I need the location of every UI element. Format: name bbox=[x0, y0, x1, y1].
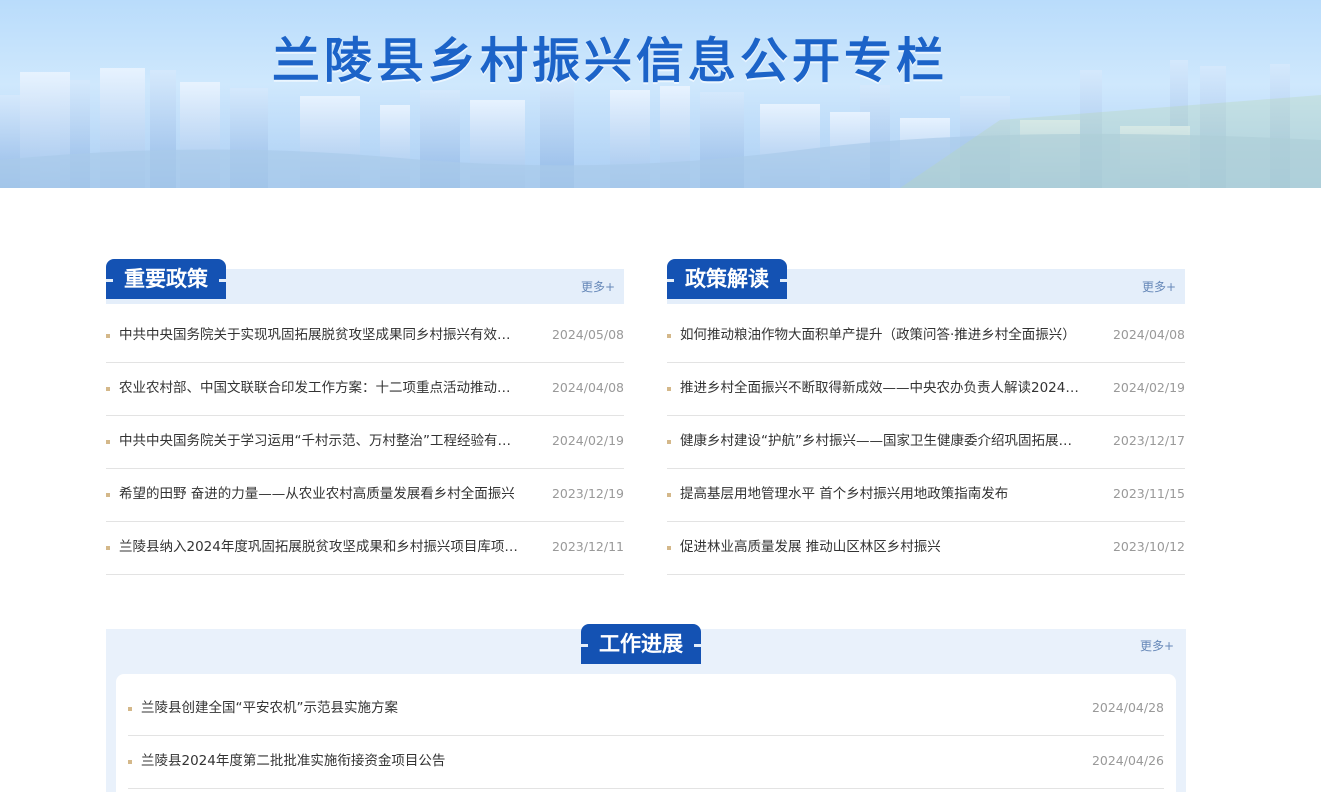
list-item-title[interactable]: 健康乡村建设“护航”乡村振兴——国家卫生健康委介绍巩固拓展… bbox=[680, 431, 1105, 451]
list-item[interactable]: 农业农村部、中国文联联合印发工作方案：十二项重点活动推动… 2024/04/08 bbox=[106, 363, 624, 416]
work-more-link[interactable]: 更多+ bbox=[1140, 638, 1174, 654]
list-item-date: 2024/05/08 bbox=[551, 327, 624, 342]
banner-title: 兰陵县乡村振兴信息公开专栏 bbox=[272, 33, 949, 89]
interpretation-list: 如何推动粮油作物大面积单产提升（政策问答·推进乡村全面振兴） 2024/04/0… bbox=[667, 310, 1185, 575]
policies-panel: 更多+ 重要政策 中共中央国务院关于实现巩固拓展脱贫攻坚成果同乡村振兴有效… 2… bbox=[106, 259, 624, 576]
list-item-title[interactable]: 推进乡村全面振兴不断取得新成效——中央农办负责人解读2024… bbox=[680, 378, 1105, 398]
bullet-icon bbox=[106, 493, 110, 497]
list-item-title[interactable]: 中共中央国务院关于实现巩固拓展脱贫攻坚成果同乡村振兴有效… bbox=[119, 325, 544, 345]
list-item-title[interactable]: 农业农村部、中国文联联合印发工作方案：十二项重点活动推动… bbox=[119, 378, 544, 398]
list-item[interactable]: 健康乡村建设“护航”乡村振兴——国家卫生健康委介绍巩固拓展… 2023/12/1… bbox=[667, 416, 1185, 469]
work-progress-card: 兰陵县创建全国“平安农机”示范县实施方案 2024/04/28 兰陵县2024年… bbox=[116, 674, 1176, 804]
work-progress-tab[interactable]: 工作进展 bbox=[581, 624, 701, 664]
list-item[interactable]: 促进林业高质量发展 推动山区林区乡村振兴 2023/10/12 bbox=[667, 522, 1185, 575]
bullet-icon bbox=[106, 334, 110, 338]
bullet-icon bbox=[667, 387, 671, 391]
list-item[interactable]: 兰陵县纳入2024年度巩固拓展脱贫攻坚成果和乡村振兴项目库项… 2023/12/… bbox=[106, 522, 624, 575]
bullet-icon bbox=[106, 546, 110, 550]
bullet-icon bbox=[667, 334, 671, 338]
header-banner: 兰陵县乡村振兴信息公开专栏 bbox=[0, 0, 1321, 188]
bullet-icon bbox=[128, 707, 132, 711]
list-item-title[interactable]: 兰陵县创建全国“平安农机”示范县实施方案 bbox=[141, 698, 1041, 718]
policies-tab[interactable]: 重要政策 bbox=[106, 259, 226, 299]
interpretation-panel: 更多+ 政策解读 如何推动粮油作物大面积单产提升（政策问答·推进乡村全面振兴） … bbox=[667, 259, 1185, 576]
bullet-icon bbox=[106, 387, 110, 391]
list-item-title[interactable]: 希望的田野 奋进的力量——从农业农村高质量发展看乡村全面振兴 bbox=[119, 484, 544, 504]
list-item[interactable]: 兰陵县2024年度第二批批准实施衔接资金项目公告 2024/04/26 bbox=[128, 736, 1164, 789]
work-progress-list: 兰陵县创建全国“平安农机”示范县实施方案 2024/04/28 兰陵县2024年… bbox=[128, 683, 1164, 789]
list-item-title[interactable]: 兰陵县2024年度第二批批准实施衔接资金项目公告 bbox=[141, 751, 1041, 771]
list-item[interactable]: 提高基层用地管理水平 首个乡村振兴用地政策指南发布 2023/11/15 bbox=[667, 469, 1185, 522]
list-item-title[interactable]: 促进林业高质量发展 推动山区林区乡村振兴 bbox=[680, 537, 1105, 557]
list-item-date: 2024/04/08 bbox=[551, 380, 624, 395]
list-item-date: 2023/11/15 bbox=[1112, 486, 1185, 501]
bullet-icon bbox=[106, 440, 110, 444]
list-item-date: 2024/04/28 bbox=[1091, 700, 1164, 715]
list-item-date: 2023/12/17 bbox=[1112, 433, 1185, 448]
list-item-date: 2024/04/08 bbox=[1112, 327, 1185, 342]
interpretation-tab[interactable]: 政策解读 bbox=[667, 259, 787, 299]
list-item[interactable]: 如何推动粮油作物大面积单产提升（政策问答·推进乡村全面振兴） 2024/04/0… bbox=[667, 310, 1185, 363]
list-item-date: 2023/12/19 bbox=[551, 486, 624, 501]
list-item-date: 2023/12/11 bbox=[551, 539, 624, 554]
list-item-date: 2023/10/12 bbox=[1112, 539, 1185, 554]
list-item-date: 2024/02/19 bbox=[1112, 380, 1185, 395]
list-item[interactable]: 推进乡村全面振兴不断取得新成效——中央农办负责人解读2024… 2024/02/… bbox=[667, 363, 1185, 416]
list-item-title[interactable]: 中共中央国务院关于学习运用“千村示范、万村整治”工程经验有… bbox=[119, 431, 544, 451]
list-item[interactable]: 中共中央国务院关于学习运用“千村示范、万村整治”工程经验有… 2024/02/1… bbox=[106, 416, 624, 469]
list-item-date: 2024/04/26 bbox=[1091, 753, 1164, 768]
interpretation-more-link[interactable]: 更多+ bbox=[1142, 279, 1176, 295]
list-item-date: 2024/02/19 bbox=[551, 433, 624, 448]
bullet-icon bbox=[667, 440, 671, 444]
list-item-title[interactable]: 如何推动粮油作物大面积单产提升（政策问答·推进乡村全面振兴） bbox=[680, 325, 1105, 345]
list-item-title[interactable]: 提高基层用地管理水平 首个乡村振兴用地政策指南发布 bbox=[680, 484, 1105, 504]
list-item[interactable]: 希望的田野 奋进的力量——从农业农村高质量发展看乡村全面振兴 2023/12/1… bbox=[106, 469, 624, 522]
list-item[interactable]: 中共中央国务院关于实现巩固拓展脱贫攻坚成果同乡村振兴有效… 2024/05/08 bbox=[106, 310, 624, 363]
bullet-icon bbox=[667, 493, 671, 497]
bullet-icon bbox=[128, 760, 132, 764]
bullet-icon bbox=[667, 546, 671, 550]
list-item[interactable]: 兰陵县创建全国“平安农机”示范县实施方案 2024/04/28 bbox=[128, 683, 1164, 736]
policies-more-link[interactable]: 更多+ bbox=[581, 279, 615, 295]
work-progress-section: 工作进展 更多+ 兰陵县创建全国“平安农机”示范县实施方案 2024/04/28… bbox=[106, 624, 1186, 804]
list-item-title[interactable]: 兰陵县纳入2024年度巩固拓展脱贫攻坚成果和乡村振兴项目库项… bbox=[119, 537, 544, 557]
policies-list: 中共中央国务院关于实现巩固拓展脱贫攻坚成果同乡村振兴有效… 2024/05/08… bbox=[106, 310, 624, 575]
